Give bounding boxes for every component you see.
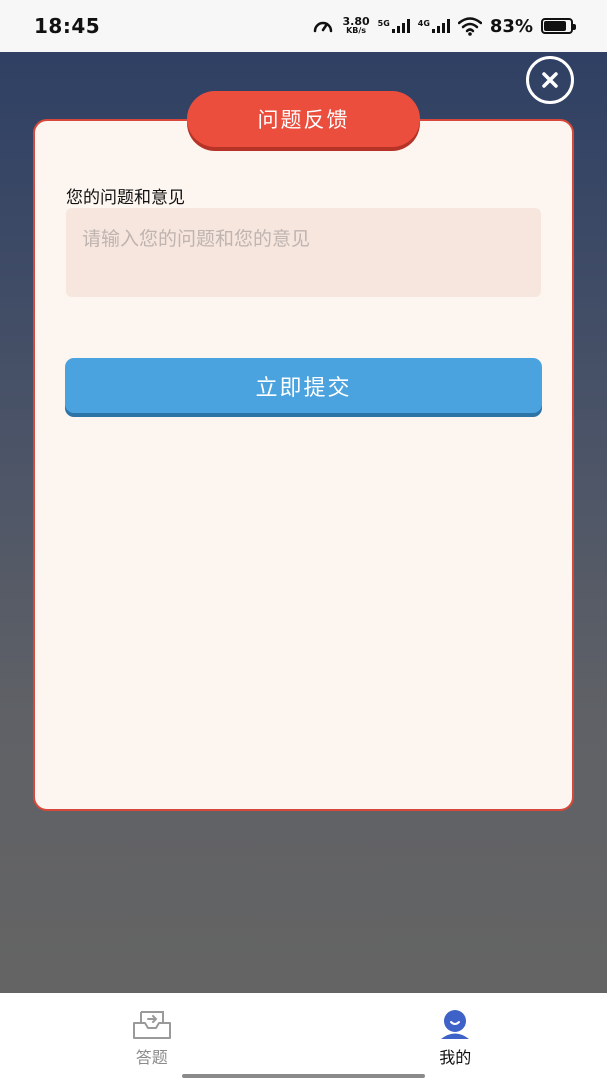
status-icons: 3.80 KB/s 5G 4G 83% <box>312 15 576 37</box>
battery-fill <box>544 21 566 31</box>
dialog-title: 问题反馈 <box>187 91 420 147</box>
signal-bars-icon <box>391 19 410 33</box>
nav-item-label: 我的 <box>439 1048 472 1067</box>
signal-bars-icon <box>431 19 450 33</box>
nav-item-answer[interactable]: 答题 <box>0 993 304 1080</box>
nav-item-label: 答题 <box>135 1048 168 1067</box>
battery-percent: 83% <box>489 15 533 37</box>
close-icon <box>542 72 558 88</box>
feedback-input[interactable] <box>66 208 541 297</box>
answer-tray-icon <box>132 1011 171 1039</box>
battery-icon <box>541 18 576 34</box>
close-button[interactable] <box>526 56 574 104</box>
nav-item-mine[interactable]: 我的 <box>304 993 607 1080</box>
sim1-signal: 5G <box>378 19 410 33</box>
network-speed-unit: KB/s <box>346 26 367 35</box>
sim2-tag: 4G <box>417 19 430 28</box>
feedback-field-label: 您的问题和意见 <box>66 188 185 208</box>
home-indicator <box>182 1074 425 1078</box>
profile-icon <box>441 1010 470 1039</box>
network-speed: 3.80 KB/s <box>342 15 370 35</box>
network-speed-value: 3.80 <box>342 15 370 28</box>
sim2-signal: 4G <box>418 19 450 33</box>
speedometer-icon <box>314 21 333 33</box>
sim1-tag: 5G <box>377 19 390 28</box>
screen: 18:45 3.80 KB/s 5G 4G 83% 问题反馈 您的问题和意见 请… <box>0 0 607 1080</box>
status-time: 18:45 <box>34 14 101 38</box>
bottom-nav: 答题 我的 <box>0 993 607 1080</box>
status-bar: 18:45 3.80 KB/s 5G 4G 83% <box>0 0 607 52</box>
wifi-icon <box>457 17 482 36</box>
submit-button[interactable]: 立即提交 <box>65 358 542 413</box>
